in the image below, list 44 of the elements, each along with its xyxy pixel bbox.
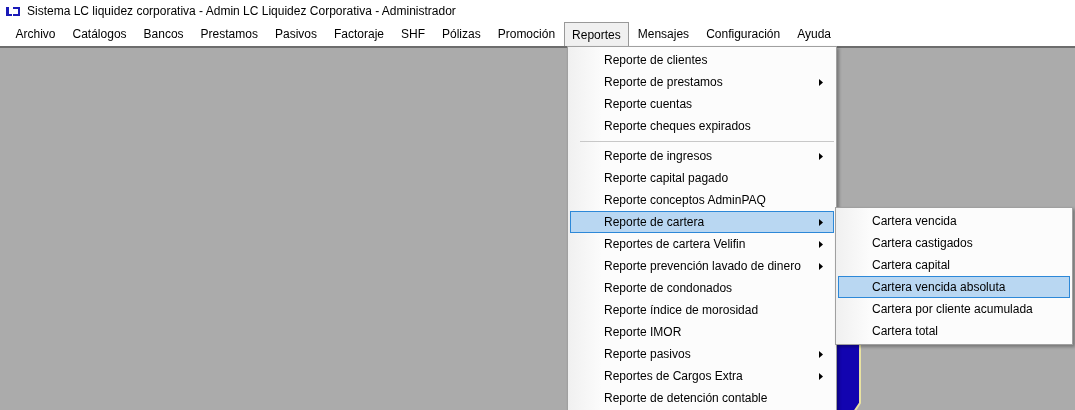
submenu-arrow-icon [819,350,823,358]
app-logo-icon [5,5,21,17]
submenu-arrow-icon [819,240,823,248]
menu-bar-item[interactable]: Ayuda [788,22,840,46]
menu-item[interactable]: Reporte IMOR [570,321,834,343]
menu-item[interactable]: Reporte de clientes [570,49,834,71]
menu-bar-item[interactable]: Promoción [489,22,564,46]
menu-item[interactable]: Reporte conceptos AdminPAQ [570,189,834,211]
menu-bar-item[interactable]: Factoraje [325,22,393,46]
menu-bar-item[interactable]: Prestamos [192,22,267,46]
menu-item[interactable]: Reporte índice de morosidad [570,299,834,321]
submenu-arrow-icon [819,152,823,160]
menu-item[interactable]: Cartera castigados [838,232,1070,254]
menu-item[interactable]: Reporte cheques expirados [570,115,834,137]
menu-item[interactable]: Cartera total [838,320,1070,342]
menu-item[interactable]: Reporte de ingresos [570,145,834,167]
menu-bar-item[interactable]: Pasivos [266,22,326,46]
menu-item[interactable]: Reporte de detención contable [570,387,834,409]
menu-item[interactable]: Reportes de Cargos Extra [570,365,834,387]
menu-item[interactable]: Reporte prevención lavado de dinero [570,255,834,277]
menu-bar-item[interactable]: Configuración [697,22,789,46]
menu-item[interactable]: Reporte de prestamos [570,71,834,93]
submenu-arrow-icon [819,372,823,380]
menu-bar-item[interactable]: Archivo [7,22,64,46]
submenu-arrow-icon [819,218,823,226]
menu-bar-item[interactable]: Pólizas [433,22,490,46]
menu-item[interactable]: Reporte de condonados [570,277,834,299]
menu-bar-item[interactable]: SHF [392,22,434,46]
submenu-arrow-icon [819,78,823,86]
menu-item[interactable]: Reporte de cartera [570,211,834,233]
menu-item[interactable]: Cartera vencida absoluta [838,276,1070,298]
menu-item[interactable]: Reporte capital pagado [570,167,834,189]
menu-item[interactable]: Reporte cuentas [570,93,834,115]
menu-item[interactable]: Cartera por cliente acumulada [838,298,1070,320]
menu-item[interactable]: Cartera vencida [838,210,1070,232]
window-title: Sistema LC liquidez corporativa - Admin LC Liquidez Corporativa - Administrador [27,3,456,20]
menu-item[interactable]: Reportes de cartera Velifin [570,233,834,255]
submenu-arrow-icon [819,262,823,270]
menu-bar-item[interactable]: Reportes [563,22,630,46]
menu-bar-item[interactable]: Bancos [135,22,193,46]
menu-item[interactable]: Reporte pasivos [570,343,834,365]
menu-bar-item[interactable]: Catálogos [64,22,136,46]
menu-bar-item[interactable]: Mensajes [629,22,698,46]
menu-item[interactable]: Cartera capital [838,254,1070,276]
